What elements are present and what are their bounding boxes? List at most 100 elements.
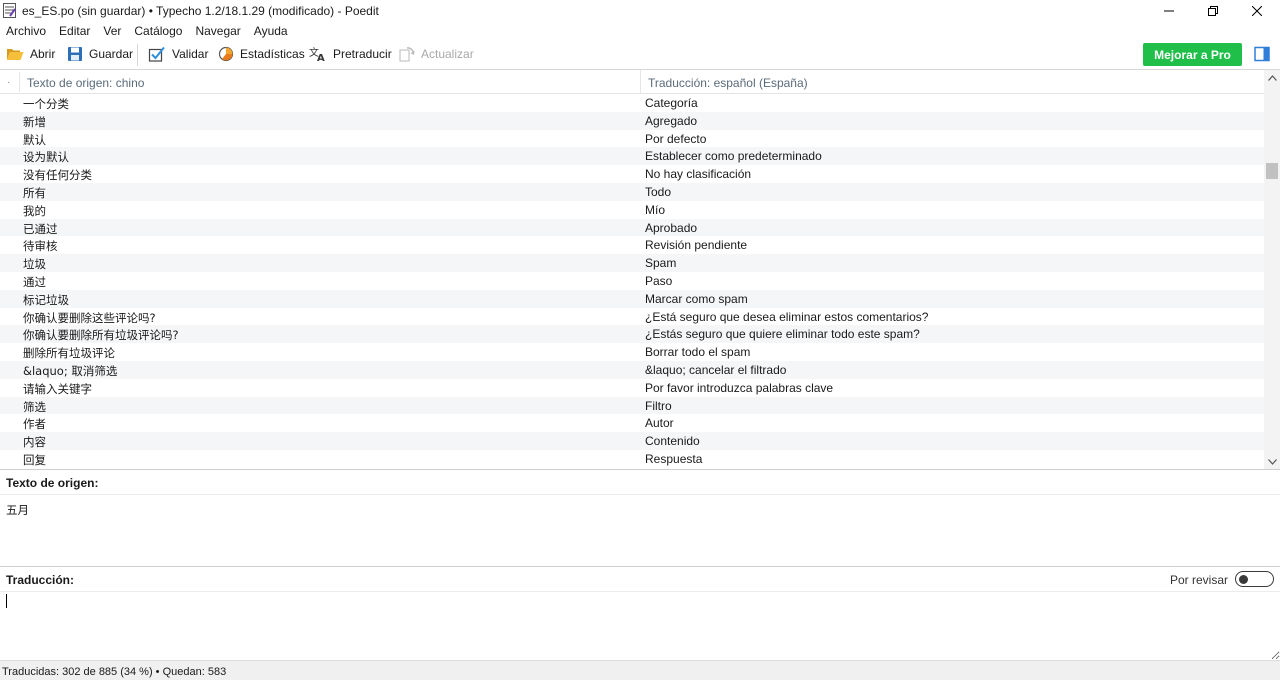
scroll-down-button[interactable]	[1264, 454, 1280, 470]
source-cell: 请输入关键字	[23, 381, 92, 396]
pretranslate-button[interactable]: 文 A Pretraducir	[309, 44, 392, 64]
translation-column-header[interactable]: Traducción: español (España)	[648, 76, 808, 90]
poedit-icon	[3, 3, 16, 18]
table-row[interactable]: 回复 Respuesta	[0, 450, 1264, 468]
translation-cell: Marcar como spam	[645, 291, 748, 306]
minimize-icon	[1164, 10, 1174, 11]
pie-chart-icon	[218, 46, 234, 62]
menu-ver[interactable]: Ver	[103, 24, 121, 38]
text-caret	[6, 594, 7, 608]
table-row[interactable]: 设为默认 Establecer como predeterminado	[0, 147, 1264, 166]
translation-label: Traducción:	[6, 573, 75, 587]
close-icon	[1252, 5, 1262, 16]
translation-cell: ¿Estás seguro que quiere eliminar todo e…	[645, 327, 920, 342]
table-row[interactable]: 默认 Por defecto	[0, 130, 1264, 148]
source-cell: 默认	[23, 132, 46, 147]
source-cell: 筛选	[23, 399, 46, 414]
restore-icon	[1208, 5, 1218, 16]
minimize-button[interactable]	[1146, 0, 1192, 21]
table-row[interactable]: 请输入关键字 Por favor introduzca palabras clav…	[0, 379, 1264, 397]
translation-cell: Aprobado	[645, 220, 698, 235]
translation-cell: Establecer como predeterminado	[645, 149, 822, 164]
svg-text:A: A	[317, 53, 325, 62]
list-rows: 一个分类 Categoría 新增 Agregado 默认 Por defecto 设为默认…	[0, 94, 1264, 470]
translation-cell: ¿Está seguro que desea eliminar estos co…	[645, 309, 929, 324]
translation-cell: Contenido	[645, 434, 700, 449]
menu-archivo[interactable]: Archivo	[6, 24, 46, 38]
source-column-header[interactable]: Texto de origen: chino	[27, 76, 144, 90]
table-row[interactable]: 垃圾 Spam	[0, 254, 1264, 272]
upgrade-pro-button[interactable]: Mejorar a Pro	[1143, 43, 1242, 66]
table-row[interactable]: 已通过 Aprobado	[0, 218, 1264, 237]
table-row[interactable]: 筛选 Filtro	[0, 396, 1264, 415]
sidebar-toggle-icon[interactable]	[1254, 46, 1270, 62]
source-cell: 所有	[23, 186, 46, 200]
needs-review-toggle[interactable]	[1235, 571, 1274, 587]
open-button[interactable]: Abrir	[6, 44, 55, 64]
table-row[interactable]: 所有 Todo	[0, 183, 1264, 201]
table-row[interactable]: 内容 Contenido	[0, 432, 1264, 450]
source-cell: &laquo; 取消筛选	[23, 364, 118, 378]
refresh-icon	[399, 47, 415, 62]
source-text: 五月	[6, 503, 29, 517]
translation-cell: Filtro	[645, 398, 672, 413]
needs-review-label: Por revisar	[1170, 573, 1229, 587]
update-button[interactable]: Actualizar	[399, 44, 474, 64]
scroll-thumb[interactable]	[1266, 163, 1278, 179]
translation-cell: Categoría	[645, 96, 698, 110]
statistics-label: Estadísticas	[240, 47, 305, 61]
source-cell: 设为默认	[23, 150, 69, 165]
menu-ayuda[interactable]: Ayuda	[254, 24, 288, 38]
table-row[interactable]: 没有任何分类 No hay clasificación	[0, 165, 1264, 183]
table-row[interactable]: 标记垃圾 Marcar como spam	[0, 289, 1264, 308]
save-button[interactable]: Guardar	[67, 44, 133, 64]
table-row[interactable]: 你确认要删除这些评论吗? ¿Está seguro que desea elimi…	[0, 308, 1264, 326]
validate-label: Validar	[172, 47, 209, 61]
translation-cell: Borrar todo el spam	[645, 345, 751, 360]
restore-button[interactable]	[1190, 0, 1236, 21]
table-row[interactable]: 作者 Autor	[0, 414, 1264, 432]
status-bar: Traducidas: 302 de 885 (34 %) • Quedan: …	[0, 660, 1280, 680]
menu-navegar[interactable]: Navegar	[195, 24, 240, 38]
translation-cell: &laquo; cancelar el filtrado	[645, 363, 787, 377]
table-row[interactable]: &laquo; 取消筛选 &laquo; cancelar el filtrado	[0, 361, 1264, 379]
menu-catalogo[interactable]: Catálogo	[134, 24, 182, 38]
table-row[interactable]: 我的 Mío	[0, 201, 1264, 219]
table-row[interactable]: 通过 Paso	[0, 272, 1264, 290]
menu-editar[interactable]: Editar	[59, 24, 90, 38]
source-cell: 没有任何分类	[23, 168, 92, 183]
translation-cell: Respuesta	[645, 452, 703, 466]
floppy-disk-icon	[68, 47, 82, 61]
source-cell: 标记垃圾	[23, 292, 69, 307]
chevron-up-icon	[1267, 75, 1277, 81]
status-column-header[interactable]: ·	[7, 77, 10, 88]
window-title: es_ES.po (sin guardar) • Typecho 1.2/18.…	[22, 4, 379, 18]
translation-cell: Todo	[645, 185, 672, 199]
source-cell: 已通过	[23, 221, 58, 236]
translation-cell: Por favor introduzca palabras clave	[645, 380, 834, 395]
translation-input[interactable]	[0, 592, 1280, 660]
list-scrollbar[interactable]	[1264, 70, 1280, 470]
table-row[interactable]: 一个分类 Categoría	[0, 94, 1264, 112]
translation-cell: Mío	[645, 202, 666, 217]
source-cell: 新增	[23, 114, 46, 129]
statistics-button[interactable]: Estadísticas	[218, 44, 305, 64]
source-cell: 我的	[23, 203, 46, 218]
source-cell: 删除所有垃圾评论	[23, 346, 115, 361]
table-row[interactable]: 删除所有垃圾评论 Borrar todo el spam	[0, 343, 1264, 361]
checkbox-check-icon	[148, 46, 165, 62]
translation-cell: No hay clasificación	[645, 167, 752, 182]
source-cell: 垃圾	[23, 257, 46, 272]
table-row[interactable]: 待审核 Revisión pendiente	[0, 236, 1264, 254]
table-row[interactable]: 新增 Agregado	[0, 111, 1264, 130]
close-button[interactable]	[1234, 0, 1280, 21]
validate-button[interactable]: Validar	[148, 44, 208, 64]
translation-cell: Por defecto	[645, 131, 707, 146]
toggle-knob	[1239, 574, 1248, 584]
source-text-label: Texto de origen:	[6, 476, 99, 490]
scroll-up-button[interactable]	[1264, 70, 1280, 86]
table-row[interactable]: 你确认要删除所有垃圾评论吗? ¿Estás seguro que quiere e…	[0, 325, 1264, 344]
menu-bar: Archivo Editar Ver Catálogo Navegar Ayud…	[0, 21, 1280, 41]
list-header: · Texto de origen: chino Traducción: esp…	[0, 70, 1264, 94]
chevron-down-icon	[1267, 459, 1277, 465]
